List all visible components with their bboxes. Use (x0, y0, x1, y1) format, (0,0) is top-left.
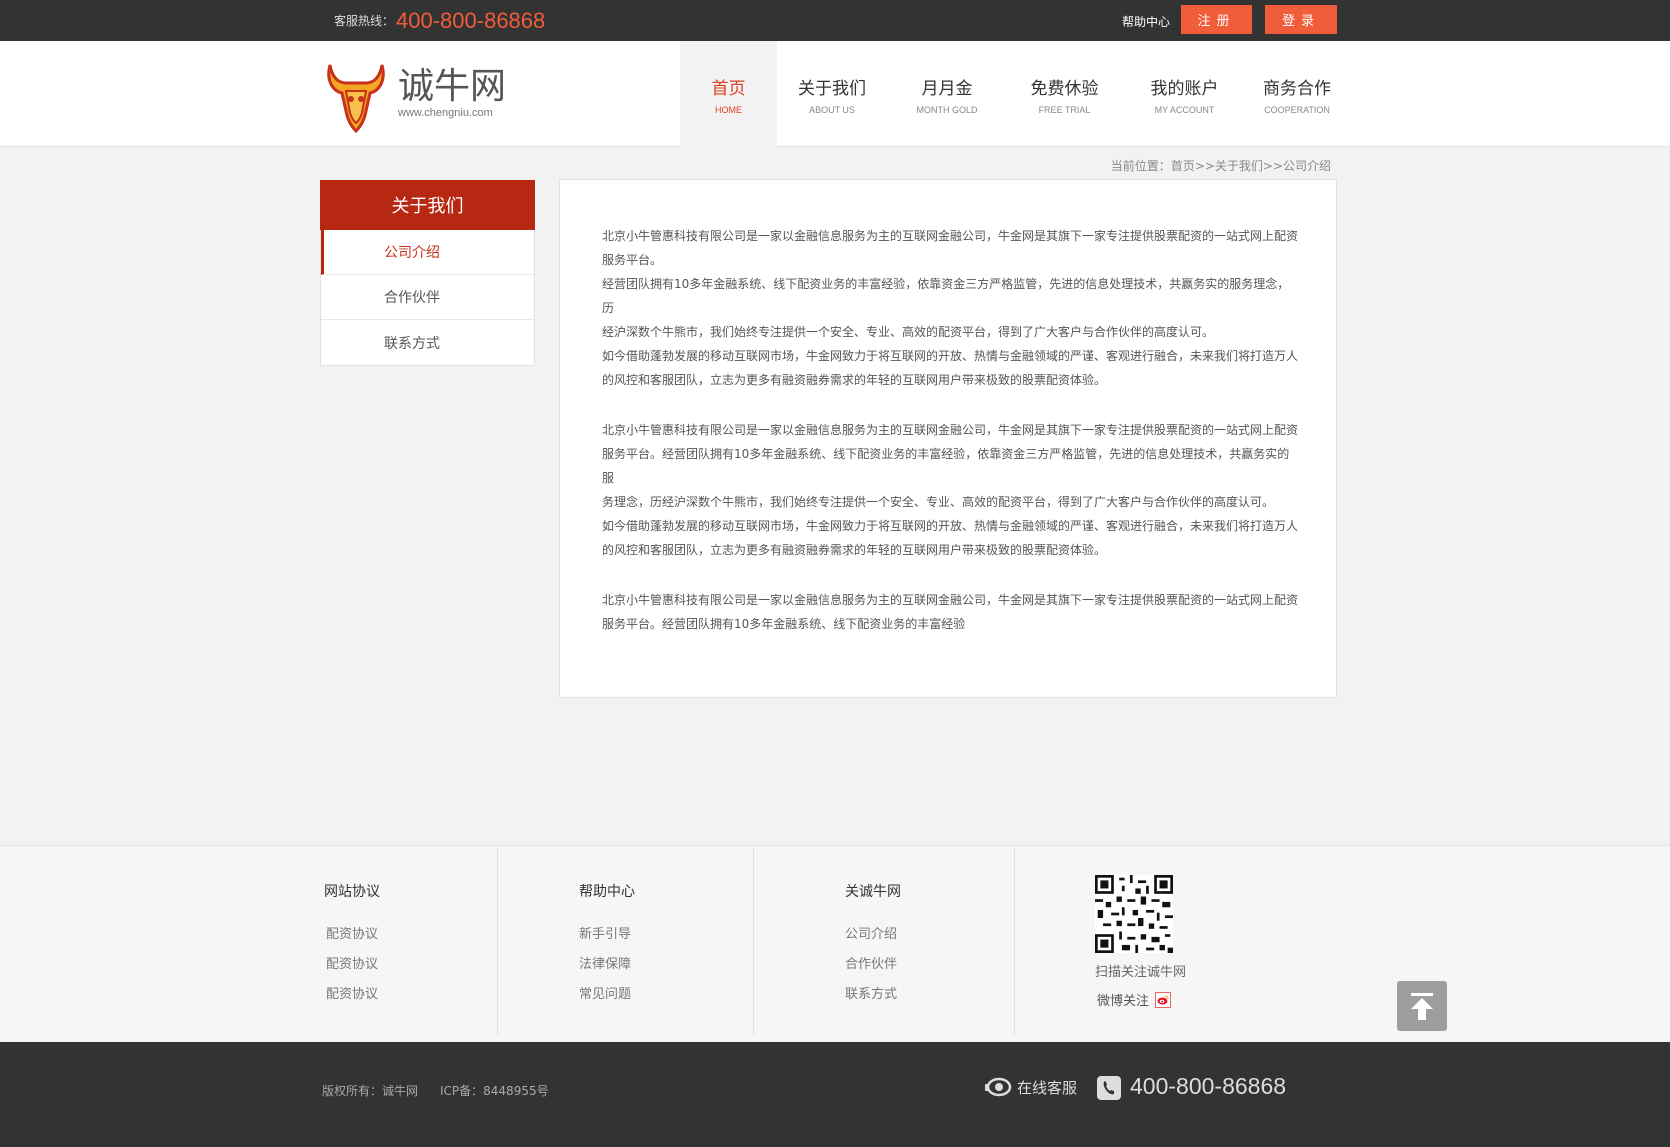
nav-about-us[interactable]: 关于我们 ABOUT US (777, 41, 887, 147)
paragraph-line: 服务平台。经营团队拥有10多年金融系统、线下配资业务的丰富经验 (602, 617, 966, 631)
qr-code-icon (1095, 875, 1173, 953)
nav-cooperation[interactable]: 商务合作 COOPERATION (1247, 41, 1347, 147)
paragraph-line: 经营团队拥有10多年金融系统、线下配资业务的丰富经验，依靠资金三方严格监管，先进… (602, 277, 1290, 315)
top-bar: 客服热线： 400-800-86868 帮助中心 注册 登录 (0, 0, 1670, 41)
paragraph-line: 服务平台。经营团队拥有10多年金融系统、线下配资业务的丰富经验，依靠资金三方严格… (602, 447, 1290, 485)
bull-logo-icon (327, 64, 385, 133)
register-button[interactable]: 注册 (1181, 5, 1252, 34)
footer-link[interactable]: 合作伙伴 (845, 953, 897, 972)
login-button[interactable]: 登录 (1265, 5, 1337, 34)
content-paragraph: 北京小牛管惠科技有限公司是一家以金融信息服务为主的互联网金融公司，牛金网是其旗下… (602, 418, 1298, 562)
paragraph-line: 经沪深数个牛熊市，我们始终专注提供一个安全、专业、高效的配资平台，得到了广大客户… (602, 325, 1215, 339)
hotline: 客服热线： 400-800-86868 (334, 0, 545, 41)
paragraph-line: 北京小牛管惠科技有限公司是一家以金融信息服务为主的互联网金融公司，牛金网是其旗下… (602, 229, 1299, 243)
nav-label: 我的账户 (1150, 78, 1219, 99)
nav-label: 首页 (711, 78, 746, 99)
nav-label: 免费休验 (1030, 78, 1099, 99)
footer-col-title: 帮助中心 (579, 884, 635, 900)
nav-label: 关于我们 (798, 78, 866, 99)
sidebar-item-company-intro[interactable]: 公司介绍 (321, 230, 534, 275)
footer-link[interactable]: 配资协议 (326, 983, 378, 1002)
site-header: 诚牛网 www.chengniu.com 首页 HOME 关于我们 ABOUT … (0, 41, 1670, 147)
footer-link[interactable]: 新手引导 (579, 923, 631, 942)
footer-phone-number: 400-800-86868 (1130, 1073, 1287, 1099)
weibo-icon (1155, 991, 1172, 1008)
footer-divider (497, 846, 498, 1036)
content-paragraph: 北京小牛管惠科技有限公司是一家以金融信息服务为主的互联网金融公司，牛金网是其旗下… (602, 588, 1298, 636)
paragraph-line: 的风控和客服团队，立志为更多有融资融券需求的年轻的互联网用户带来极致的股票配资体… (602, 543, 1107, 557)
paragraph-line: 服务平台。 (602, 253, 663, 267)
online-service-icon (985, 1077, 1012, 1097)
online-service-link[interactable]: 在线客服 (985, 1076, 1077, 1098)
nav-sublabel: FREE TRIAL (1038, 104, 1091, 115)
content-panel: 北京小牛管惠科技有限公司是一家以金融信息服务为主的互联网金融公司，牛金网是其旗下… (559, 179, 1337, 698)
qr-label: 扫描关注诚牛网 (1095, 965, 1187, 980)
logo-url: www.chengniu.com (398, 107, 493, 119)
paragraph-line: 如今借助蓬勃发展的移动互联网市场，牛金网致力于将互联网的开放、热情与金融领域的严… (602, 519, 1299, 533)
weibo-follow-link[interactable]: 微博关注 (1097, 990, 1172, 1009)
nav-label: 商务合作 (1263, 78, 1331, 99)
footer-col-title: 关诚牛网 (845, 884, 901, 900)
back-to-top-button[interactable] (1397, 981, 1447, 1031)
nav-sublabel: MONTH GOLD (916, 104, 978, 115)
nav-my-account[interactable]: 我的账户 MY ACCOUNT (1122, 41, 1247, 147)
footer-link[interactable]: 常见问题 (579, 983, 631, 1002)
hotline-label: 客服热线： (334, 14, 395, 28)
arrow-up-icon (1411, 993, 1433, 1020)
nav-free-trial[interactable]: 免费休验 FREE TRIAL (1007, 41, 1122, 147)
main-nav: 首页 HOME 关于我们 ABOUT US 月月金 MONTH GOLD 免费休… (680, 41, 1347, 147)
paragraph-line: 务理念，历经沪深数个牛熊市，我们始终专注提供一个安全、专业、高效的配资平台，得到… (602, 495, 1275, 509)
sidebar: 关于我们 公司介绍 合作伙伴 联系方式 (320, 180, 535, 366)
paragraph-line: 如今借助蓬勃发展的移动互联网市场，牛金网致力于将互联网的开放、热情与金融领域的严… (602, 349, 1299, 363)
nav-sublabel: COOPERATION (1264, 104, 1330, 115)
footer-bottom-bar: 版权所有：诚牛网 ICP备：8448955号 在线客服 400-800-8686… (0, 1042, 1670, 1147)
nav-sublabel: HOME (715, 104, 742, 115)
footer-col-title: 网站协议 (324, 884, 380, 900)
paragraph-line: 北京小牛管惠科技有限公司是一家以金融信息服务为主的互联网金融公司，牛金网是其旗下… (602, 423, 1299, 437)
footer-link[interactable]: 法律保障 (579, 953, 631, 972)
footer-divider (1014, 846, 1015, 1036)
footer-divider (753, 846, 754, 1036)
phone-icon (1097, 1076, 1121, 1100)
paragraph-line: 北京小牛管惠科技有限公司是一家以金融信息服务为主的互联网金融公司，牛金网是其旗下… (602, 593, 1299, 607)
sidebar-item-partners[interactable]: 合作伙伴 (321, 275, 534, 320)
weibo-label: 微博关注 (1097, 994, 1150, 1009)
sidebar-item-contact[interactable]: 联系方式 (321, 320, 534, 365)
help-center-link[interactable]: 帮助中心 (1122, 13, 1170, 30)
footer-link[interactable]: 公司介绍 (845, 923, 897, 942)
hotline-number: 400-800-86868 (396, 7, 546, 33)
sidebar-menu: 公司介绍 合作伙伴 联系方式 (320, 230, 535, 366)
footer-link[interactable]: 联系方式 (845, 983, 897, 1002)
content-paragraph: 北京小牛管惠科技有限公司是一家以金融信息服务为主的互联网金融公司，牛金网是其旗下… (602, 224, 1298, 392)
nav-label: 月月金 (921, 78, 973, 99)
logo-name: 诚牛网 (398, 66, 507, 107)
site-logo[interactable]: 诚牛网 www.chengniu.com (324, 61, 506, 133)
online-service-label: 在线客服 (1017, 1078, 1078, 1097)
nav-sublabel: MY ACCOUNT (1154, 104, 1215, 115)
icp-text: ICP备：8448955号 (440, 1084, 549, 1098)
footer-links-area: 网站协议 配资协议 配资协议 配资协议 帮助中心 新手引导 法律保障 常见问题 … (0, 845, 1670, 1042)
sidebar-title: 关于我们 (320, 180, 535, 230)
footer-link[interactable]: 配资协议 (326, 923, 378, 942)
footer-link[interactable]: 配资协议 (326, 953, 378, 972)
nav-sublabel: ABOUT US (809, 104, 855, 115)
paragraph-line: 的风控和客服团队，立志为更多有融资融券需求的年轻的互联网用户带来极致的股票配资体… (602, 373, 1107, 387)
nav-home[interactable]: 首页 HOME (680, 41, 777, 147)
nav-month-gold[interactable]: 月月金 MONTH GOLD (887, 41, 1007, 147)
breadcrumb: 当前位置：首页>>关于我们>>公司介绍 (1110, 159, 1331, 173)
copyright-text: 版权所有：诚牛网 (322, 1084, 419, 1098)
